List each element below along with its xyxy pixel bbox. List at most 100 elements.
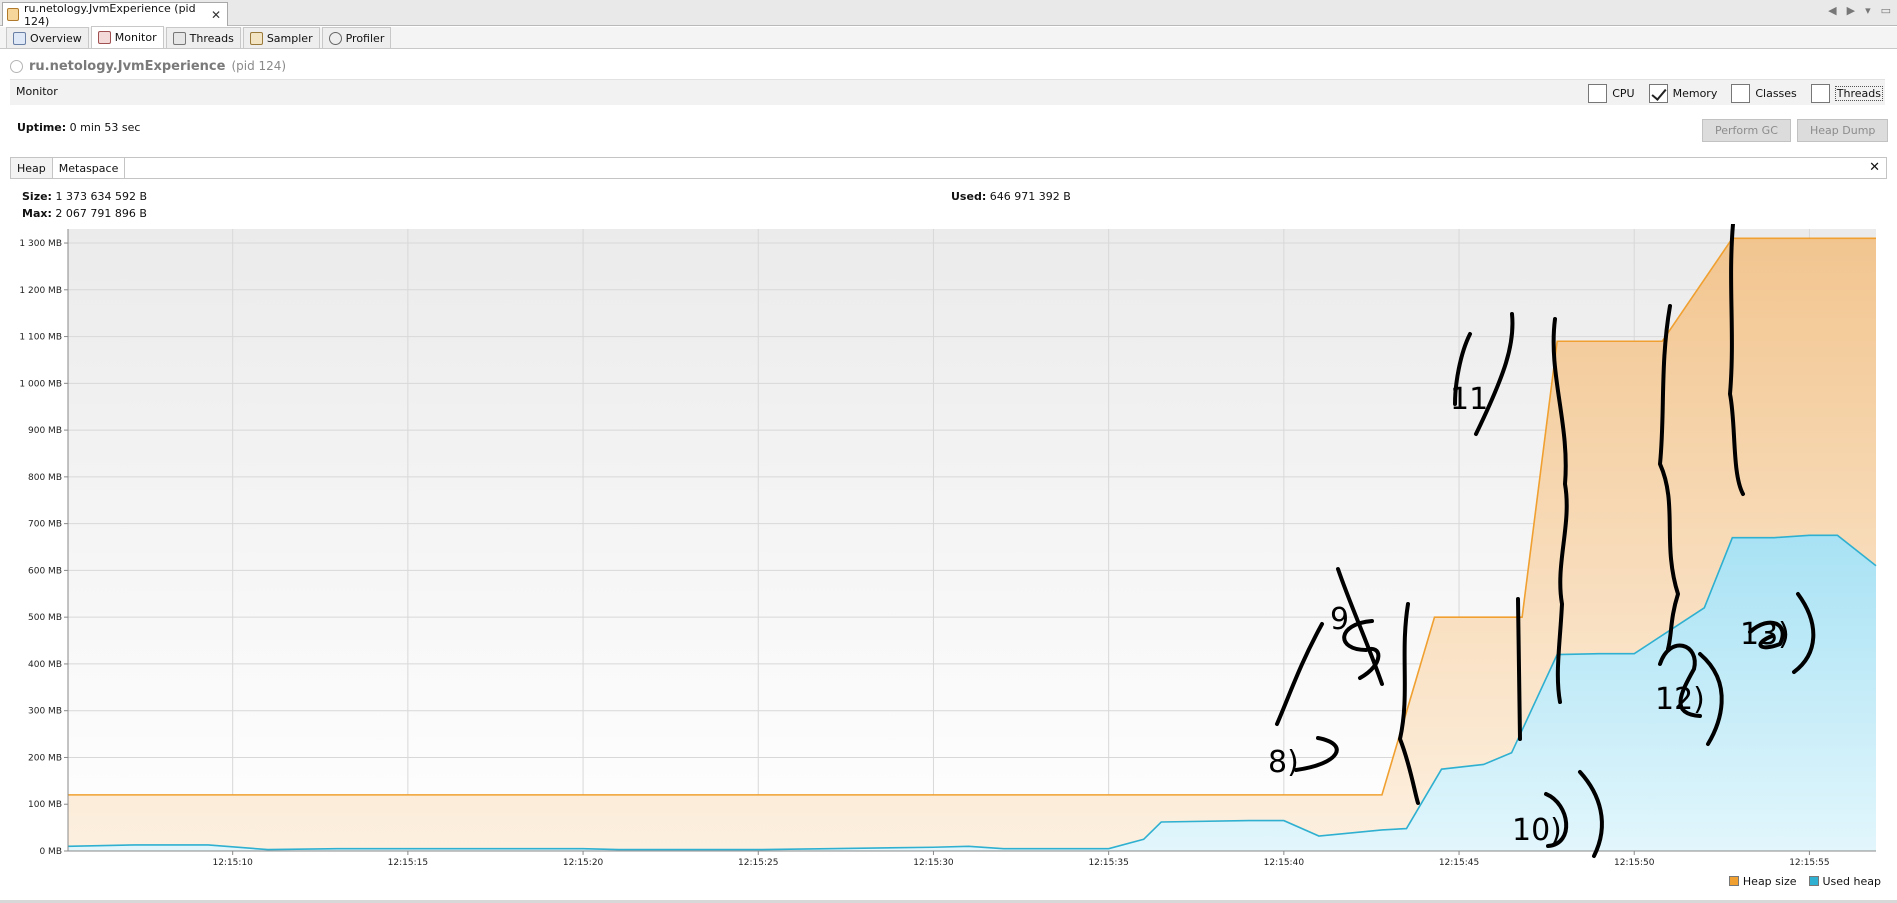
x-tick-label: 12:15:40 xyxy=(1264,858,1305,868)
used-value: 646 971 392 B xyxy=(989,190,1071,203)
close-tab-icon[interactable]: ✕ xyxy=(211,8,221,22)
y-tick-label: 200 MB xyxy=(28,753,62,763)
x-tick-label: 12:15:45 xyxy=(1439,858,1479,868)
window-controls: ◀ ▶ ▾ ▭ xyxy=(1828,4,1891,17)
x-tick-label: 12:15:30 xyxy=(913,858,954,868)
checkbox-label: CPU xyxy=(1612,87,1635,100)
threads-icon xyxy=(172,31,186,45)
uptime-value: 0 min 53 sec xyxy=(69,121,141,134)
heap-tabs: Heap Metaspace ✕ xyxy=(10,157,1887,179)
y-tick-label: 600 MB xyxy=(28,566,62,576)
heap-chart: 0 MB 100 MB 200 MB 300 MB 400 MB 500 MB 600 MB… xyxy=(19,224,1877,868)
checkbox-box[interactable] xyxy=(1588,84,1608,103)
heap-dump-button[interactable]: Heap Dump xyxy=(1797,119,1889,142)
x-tick-label: 12:15:50 xyxy=(1614,858,1655,868)
dropdown-icon[interactable]: ▾ xyxy=(1865,4,1871,17)
heap-max-readout: Max: 2 067 791 896 B xyxy=(22,207,147,220)
max-label: Max: xyxy=(22,207,52,220)
overview-icon xyxy=(13,31,26,45)
profiler-icon xyxy=(328,31,342,45)
threads-checkbox[interactable]: Threads xyxy=(1810,84,1883,103)
scroll-left-icon[interactable]: ◀ xyxy=(1828,4,1836,17)
x-tick-label: 12:15:20 xyxy=(563,858,604,868)
used-label: Used: xyxy=(951,190,987,203)
checkbox-label: Classes xyxy=(1755,87,1797,100)
scroll-right-icon[interactable]: ▶ xyxy=(1847,4,1855,17)
document-tab-title: ru.netology.JvmExperience (pid 124) xyxy=(23,1,196,28)
y-tick-label: 700 MB xyxy=(28,520,62,530)
annotation-label: 8) xyxy=(1268,745,1299,780)
tab-profiler[interactable]: Profiler xyxy=(321,27,392,48)
tab-label: Sampler xyxy=(266,31,313,45)
annotation-label: 9 xyxy=(1330,602,1349,637)
heap-used-readout: Used: 646 971 392 B xyxy=(951,190,1071,203)
y-tick-label: 1 200 MB xyxy=(19,286,62,296)
uptime-label: Uptime: xyxy=(17,121,67,134)
tab-label: Monitor xyxy=(114,31,157,44)
legend-label: Used heap xyxy=(1822,875,1882,888)
y-axis: 0 MB 100 MB 200 MB 300 MB 400 MB 500 MB 600 MB… xyxy=(19,229,69,857)
annotation-label: 12) xyxy=(1655,682,1705,717)
monitor-icon xyxy=(97,31,111,44)
x-tick-label: 12:15:55 xyxy=(1789,858,1829,868)
annotation-label: 13) xyxy=(1740,617,1790,652)
monitor-title: Monitor xyxy=(16,85,58,98)
chart-legend: Heap size Used heap xyxy=(1728,875,1882,888)
y-tick-label: 400 MB xyxy=(28,660,62,670)
status-circle-icon xyxy=(10,59,23,73)
y-tick-label: 1 100 MB xyxy=(19,333,62,343)
application-name: ru.netology.JvmExperience xyxy=(29,58,226,74)
checkbox-label: Memory xyxy=(1672,87,1718,100)
size-label: Size: xyxy=(22,190,52,203)
application-pid: (pid 124) xyxy=(231,59,287,73)
restore-window-icon[interactable]: ▭ xyxy=(1881,4,1891,17)
document-tab[interactable]: ru.netology.JvmExperience (pid 124) ✕ xyxy=(2,1,228,28)
sampler-icon xyxy=(249,31,263,45)
tab-label: Profiler xyxy=(345,31,385,45)
tab-threads[interactable]: Threads xyxy=(165,27,241,48)
legend-heap-size: Heap size xyxy=(1728,875,1797,888)
y-tick-label: 800 MB xyxy=(28,473,62,483)
heap-size-readout: Size: 1 373 634 592 B xyxy=(22,190,147,203)
cpu-checkbox[interactable]: CPU xyxy=(1588,84,1635,103)
tab-label: Threads xyxy=(189,31,234,45)
x-tick-label: 12:15:25 xyxy=(738,858,778,868)
x-tick-label: 12:15:35 xyxy=(1088,858,1128,868)
tab-label: Overview xyxy=(30,31,82,45)
annotation-stroke xyxy=(1516,597,1522,741)
x-tick-label: 12:15:10 xyxy=(212,858,253,868)
checkbox-box[interactable] xyxy=(1810,84,1830,103)
y-tick-label: 1 300 MB xyxy=(19,239,62,249)
x-axis: 12:15:10 12:15:15 12:15:20 12:15:25 12:15:30… xyxy=(68,850,1876,868)
y-tick-label: 1 000 MB xyxy=(19,379,62,389)
tab-monitor[interactable]: Monitor xyxy=(90,26,164,48)
view-tabs: Overview Monitor Threads Sampler Profile… xyxy=(0,26,1897,49)
tab-metaspace[interactable]: Metaspace xyxy=(53,158,126,178)
tab-sampler[interactable]: Sampler xyxy=(242,27,320,48)
application-header: ru.netology.JvmExperience (pid 124) xyxy=(10,57,286,75)
size-value: 1 373 634 592 B xyxy=(55,190,147,203)
checkbox-label: Threads xyxy=(1834,86,1883,101)
heap-size-swatch xyxy=(1728,876,1739,886)
y-tick-label: 900 MB xyxy=(28,426,62,436)
annotation-label: 11 xyxy=(1450,382,1488,417)
tab-overview[interactable]: Overview xyxy=(6,27,89,48)
memory-checkbox[interactable]: Memory xyxy=(1648,84,1718,103)
perform-gc-button[interactable]: Perform GC xyxy=(1702,119,1791,142)
java-app-icon xyxy=(7,8,19,21)
legend-used-heap: Used heap xyxy=(1808,875,1882,888)
classes-checkbox[interactable]: Classes xyxy=(1731,84,1797,103)
monitor-checkboxes: CPU Memory Classes Threads xyxy=(1588,84,1883,103)
max-value: 2 067 791 896 B xyxy=(55,207,147,220)
close-panel-icon[interactable]: ✕ xyxy=(1869,160,1880,175)
y-tick-label: 500 MB xyxy=(28,613,62,623)
tab-heap[interactable]: Heap xyxy=(11,158,53,178)
uptime-readout: Uptime: 0 min 53 sec xyxy=(17,121,140,134)
used-heap-swatch xyxy=(1808,876,1819,886)
y-tick-label: 300 MB xyxy=(28,707,62,717)
y-tick-label: 100 MB xyxy=(28,800,62,810)
annotation-label: 10) xyxy=(1512,813,1562,848)
y-tick-label: 0 MB xyxy=(39,847,62,857)
checkbox-box[interactable] xyxy=(1648,84,1668,103)
checkbox-box[interactable] xyxy=(1731,84,1751,103)
